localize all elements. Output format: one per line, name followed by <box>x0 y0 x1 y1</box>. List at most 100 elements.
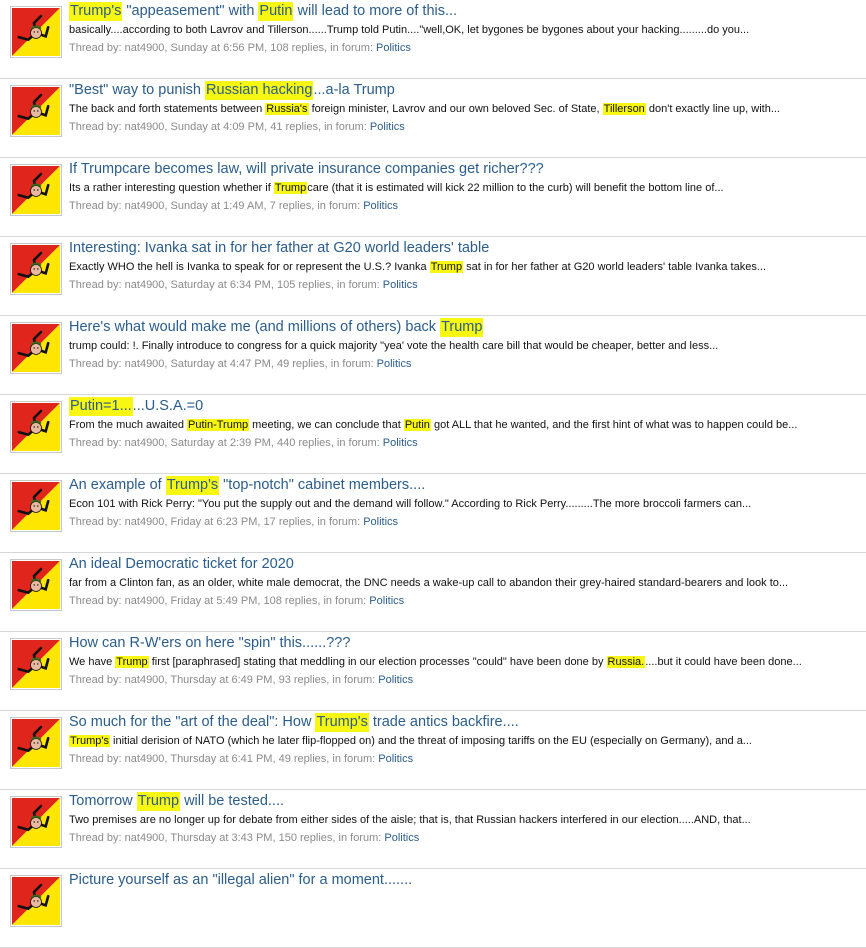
avatar[interactable] <box>10 401 62 453</box>
forum-link[interactable]: Politics <box>378 753 413 765</box>
search-result-item: Tomorrow Trump will be tested.... Two pr… <box>0 790 866 869</box>
avatar[interactable] <box>10 717 62 769</box>
post-snippet: far from a Clinton fan, as an older, whi… <box>69 577 788 589</box>
avatar[interactable] <box>10 480 62 532</box>
search-result-item: If Trumpcare becomes law, will private i… <box>0 158 866 237</box>
search-term-highlight: Russian hacking <box>205 81 314 100</box>
thread-by-label: Thread by: <box>69 200 122 212</box>
thread-meta: Thread by: nat4900, Friday at 5:49 PM, 1… <box>69 595 404 607</box>
replies-in-forum-label: replies, in forum: <box>300 832 382 844</box>
thread-by-label: Thread by: <box>69 753 122 765</box>
reply-count: 17 <box>263 516 276 528</box>
text-segment: Tomorrow <box>69 793 137 809</box>
search-result-item: Interesting: Ivanka sat in for her fathe… <box>0 237 866 316</box>
search-result-item: Picture yourself as an "illegal alien" f… <box>0 869 866 948</box>
avatar[interactable] <box>10 243 62 295</box>
post-date: Sunday at 4:09 PM <box>170 121 265 133</box>
trinacria-flag-icon <box>12 8 60 56</box>
post-date: Saturday at 2:39 PM <box>170 437 271 449</box>
text-segment: meeting, we can conclude that <box>249 419 404 431</box>
search-term-highlight: Putin-Trump <box>187 419 250 431</box>
replies-in-forum-label: replies, in forum: <box>293 753 376 765</box>
thread-title-link[interactable]: So much for the "art of the deal": How T… <box>69 713 519 732</box>
thread-title-link[interactable]: Here's what would make me (and millions … <box>69 318 484 337</box>
text-segment: If Trumpcare becomes law, will private i… <box>69 161 544 177</box>
forum-link[interactable]: Politics <box>384 832 419 844</box>
search-result-item: So much for the "art of the deal": How T… <box>0 711 866 790</box>
search-term-highlight: Russia. <box>606 656 646 668</box>
forum-link[interactable]: Politics <box>363 200 398 212</box>
thread-meta: Thread by: nat4900, Sunday at 6:56 PM, 1… <box>69 42 411 54</box>
avatar[interactable] <box>10 164 62 216</box>
search-term-highlight: Tillerson <box>602 103 646 115</box>
avatar[interactable] <box>10 6 62 58</box>
avatar[interactable] <box>10 875 62 927</box>
search-result-item: Trump's "appeasement" with Putin will le… <box>0 0 866 79</box>
text-segment: An ideal Democratic ticket for 2020 <box>69 556 294 572</box>
trinacria-flag-icon <box>12 245 60 293</box>
search-term-highlight: Trump <box>136 792 181 811</box>
text-segment: An example of <box>69 477 166 493</box>
text-segment: We have <box>69 656 116 668</box>
trinacria-flag-icon <box>12 640 60 688</box>
thread-meta: Thread by: nat4900, Sunday at 1:49 AM, 7… <box>69 200 398 212</box>
post-snippet: From the much awaited Putin-Trump meetin… <box>69 419 797 431</box>
replies-in-forum-label: replies, in forum: <box>298 279 380 291</box>
replies-in-forum-label: replies, in forum: <box>293 674 376 686</box>
search-term-highlight: Putin=1... <box>69 397 133 416</box>
avatar[interactable] <box>10 85 62 137</box>
avatar[interactable] <box>10 796 62 848</box>
author-name: nat4900 <box>124 121 165 133</box>
avatar[interactable] <box>10 322 62 374</box>
thread-by-label: Thread by: <box>69 832 122 844</box>
post-date: Sunday at 1:49 AM <box>170 200 264 212</box>
forum-link[interactable]: Politics <box>363 516 398 528</box>
thread-meta: Thread by: nat4900, Thursday at 6:49 PM,… <box>69 674 413 686</box>
post-date: Thursday at 6:49 PM <box>170 674 273 686</box>
replies-in-forum-label: replies, in forum: <box>278 200 361 212</box>
reply-count: 150 <box>278 832 297 844</box>
trinacria-flag-icon <box>12 166 60 214</box>
thread-title-link[interactable]: Putin=1......U.S.A.=0 <box>69 397 203 416</box>
forum-link[interactable]: Politics <box>383 279 418 291</box>
text-segment: From the much awaited <box>69 419 187 431</box>
thread-title-link[interactable]: Tomorrow Trump will be tested.... <box>69 792 284 811</box>
search-results-list: Trump's "appeasement" with Putin will le… <box>0 0 866 948</box>
reply-count: 7 <box>269 200 276 212</box>
avatar[interactable] <box>10 559 62 611</box>
author-name: nat4900 <box>124 516 165 528</box>
forum-link[interactable]: Politics <box>370 121 405 133</box>
thread-title-link[interactable]: Picture yourself as an "illegal alien" f… <box>69 872 412 888</box>
text-segment: care (that it is estimated will kick 22 … <box>307 182 724 194</box>
post-snippet: Econ 101 with Rick Perry: "You put the s… <box>69 498 751 510</box>
post-date: Thursday at 6:41 PM <box>170 753 273 765</box>
forum-link[interactable]: Politics <box>376 42 411 54</box>
thread-by-label: Thread by: <box>69 674 122 686</box>
thread-title-link[interactable]: Interesting: Ivanka sat in for her fathe… <box>69 240 489 256</box>
search-term-highlight: Trump <box>429 261 464 273</box>
search-term-highlight: Putin <box>258 2 294 21</box>
text-segment: ....but it could have been done... <box>645 656 802 668</box>
forum-link[interactable]: Politics <box>383 437 418 449</box>
trinacria-flag-icon <box>12 719 60 767</box>
text-segment: Here's what would make me (and millions … <box>69 319 441 335</box>
forum-link[interactable]: Politics <box>377 358 412 370</box>
thread-title-link[interactable]: If Trumpcare becomes law, will private i… <box>69 161 544 177</box>
thread-title-link[interactable]: How can R-W'ers on here "spin" this.....… <box>69 635 350 651</box>
text-segment: Two premises are no longer up for debate… <box>69 814 751 826</box>
thread-title-link[interactable]: Trump's "appeasement" with Putin will le… <box>69 2 457 21</box>
forum-link[interactable]: Politics <box>369 595 404 607</box>
text-segment: Econ 101 with Rick Perry: "You put the s… <box>69 498 752 510</box>
author-name: nat4900 <box>124 595 165 607</box>
forum-link[interactable]: Politics <box>378 674 413 686</box>
text-segment: got ALL that he wanted, and the first hi… <box>430 419 798 431</box>
reply-count: 49 <box>278 753 291 765</box>
search-term-highlight: Putin <box>403 419 431 431</box>
thread-title-link[interactable]: An ideal Democratic ticket for 2020 <box>69 556 294 572</box>
post-snippet: Two premises are no longer up for debate… <box>69 814 751 826</box>
search-term-highlight: Trump's <box>69 2 123 21</box>
thread-meta: Thread by: nat4900, Saturday at 6:34 PM,… <box>69 279 418 291</box>
thread-title-link[interactable]: An example of Trump's "top-notch" cabine… <box>69 476 425 495</box>
avatar[interactable] <box>10 638 62 690</box>
thread-title-link[interactable]: "Best" way to punish Russian hacking...a… <box>69 81 395 100</box>
